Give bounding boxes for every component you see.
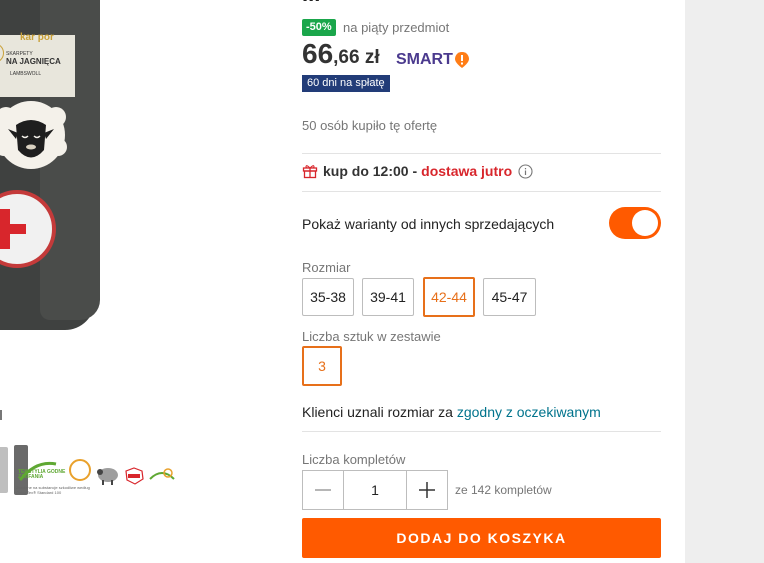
size-label: Rozmiar: [302, 260, 351, 275]
product-title-partial: ...: [302, 0, 320, 3]
sheep-thumb-icon[interactable]: [96, 463, 120, 487]
poland-map-icon[interactable]: [123, 465, 145, 487]
discount-badge: -50%: [302, 19, 336, 36]
delivery-deadline: kup do 12:00 -: [323, 163, 418, 179]
quantity-input[interactable]: 1: [343, 471, 407, 509]
size-option-45-47[interactable]: 45-47: [483, 278, 536, 316]
price: 66 ,66 zł: [302, 38, 380, 70]
other-sellers-label: Pokaż warianty od innych sprzedających: [302, 216, 555, 232]
product-label-line3: LAMBSWOLL: [10, 71, 42, 77]
smart-label: SMART: [396, 51, 453, 68]
divider: [302, 153, 661, 154]
wool-logo-icon: [0, 43, 4, 63]
smart-exclamation-icon: [454, 52, 469, 68]
delivery-highlight: dostawa jutro: [421, 163, 513, 179]
price-decimal: ,66 zł: [333, 47, 380, 68]
badge-subtitle: Zbadane na substancje szkodliwe według O…: [16, 485, 90, 495]
increase-button[interactable]: [407, 471, 447, 509]
oeko-tex-badge: TEKSTYLIA GODNE ZAUFANIA Zbadane na subs…: [16, 458, 94, 495]
set-count-label: Liczba sztuk w zestawie: [302, 329, 441, 344]
product-gallery: kar por SKARPETY NA JAGNIĘCA LAMBSWOLL T: [0, 0, 262, 563]
size-option-42-44[interactable]: 42-44: [423, 277, 475, 317]
price-integer: 66: [302, 38, 334, 69]
size-option-35-38[interactable]: 35-38: [302, 278, 354, 316]
quantity-available: ze 142 kompletów: [455, 483, 552, 497]
plus-icon: [419, 482, 435, 498]
other-sellers-toggle[interactable]: [609, 207, 661, 239]
size-option-39-41[interactable]: 39-41: [362, 278, 414, 316]
delivery-info: kup do 12:00 - dostawa jutro: [302, 163, 533, 179]
divider: [302, 431, 661, 432]
product-label-line2: NA JAGNIĘCA: [6, 57, 61, 66]
product-brand: kar por: [20, 32, 54, 43]
quantity-stepper: 1: [302, 470, 448, 510]
thumbnail-1[interactable]: [0, 447, 8, 493]
minus-icon: [315, 489, 331, 491]
quantity-label: Liczba kompletów: [302, 452, 406, 467]
decrease-button[interactable]: [303, 471, 343, 509]
info-icon[interactable]: [518, 163, 533, 179]
installments-badge[interactable]: 60 dni na spłatę: [302, 75, 390, 92]
gallery-scroll-marker: [0, 410, 2, 420]
thumbnail-strip: TEKSTYLIA GODNE ZAUFANIA Zbadane na subs…: [0, 445, 262, 505]
product-label: kar por SKARPETY NA JAGNIĘCA LAMBSWOLL: [0, 32, 75, 97]
sheep-icon: [0, 101, 67, 169]
fit-prefix: Klienci uznali rozmiar za: [302, 404, 453, 420]
set-count-option-3[interactable]: 3: [302, 346, 342, 386]
badge-title: TEKSTYLIA GODNE ZAUFANIA: [18, 469, 66, 480]
offer-panel: ... -50% na piąty przedmiot 66 ,66 zł SM…: [262, 0, 685, 563]
bought-count: 50 osób kupiło tę ofertę: [302, 118, 438, 133]
certificate-seal-icon[interactable]: [148, 467, 176, 485]
fit-link[interactable]: zgodny z oczekiwanym: [457, 404, 601, 420]
add-to-cart-button[interactable]: DODAJ DO KOSZYKA: [302, 518, 661, 558]
fit-info: Klienci uznali rozmiar za zgodny z oczek…: [302, 404, 601, 420]
discount-text: na piąty przedmiot: [343, 20, 450, 35]
toggle-knob: [632, 210, 658, 236]
gift-icon: [302, 165, 318, 179]
divider: [302, 191, 661, 192]
smart-badge[interactable]: SMART: [396, 51, 470, 69]
